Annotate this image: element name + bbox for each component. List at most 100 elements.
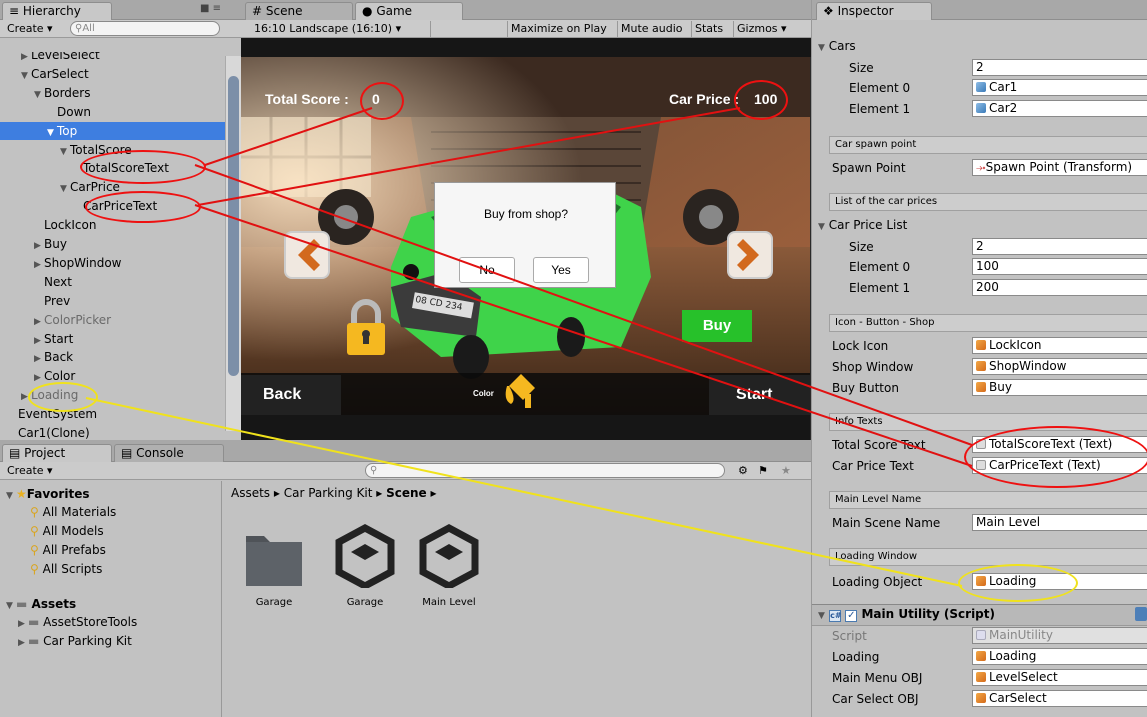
cars-element1-field[interactable]: Car2 bbox=[972, 100, 1147, 117]
favorites-item[interactable]: ⚲ All Models bbox=[30, 522, 104, 540]
tab-console[interactable]: ▤ Console bbox=[114, 444, 224, 462]
hierarchy-item[interactable]: Next bbox=[0, 273, 225, 291]
project-create-button[interactable]: Create ▾ bbox=[4, 463, 56, 479]
assets-header[interactable]: ▼ ▬ Assets bbox=[6, 595, 76, 613]
scroll-thumb[interactable] bbox=[228, 76, 239, 376]
filter-type-icon[interactable]: ⚙ bbox=[735, 463, 751, 479]
hierarchy-item[interactable]: Down bbox=[0, 103, 225, 121]
hierarchy-item-label: CarSelect bbox=[31, 66, 89, 81]
chevron-left-icon bbox=[298, 239, 320, 271]
star-icon: ★ bbox=[16, 487, 27, 501]
hierarchy-item[interactable]: Prev bbox=[0, 292, 225, 310]
hierarchy-scrollbar[interactable] bbox=[225, 56, 241, 431]
favorites-item[interactable]: ⚲ All Materials bbox=[30, 503, 116, 521]
hierarchy-item[interactable]: ▼ Borders bbox=[0, 84, 225, 102]
price-element0-field[interactable]: 100 bbox=[972, 258, 1147, 275]
hierarchy-item[interactable]: ▶ ShopWindow bbox=[0, 254, 225, 272]
favorites-item[interactable]: ⚲ All Prefabs bbox=[30, 541, 106, 559]
hierarchy-item[interactable]: ▶ Buy bbox=[0, 235, 225, 253]
mute-audio-toggle[interactable]: Mute audio bbox=[617, 21, 686, 37]
breadcrumb-scene[interactable]: Scene bbox=[386, 486, 427, 500]
tab-project[interactable]: ▤ Project bbox=[2, 444, 112, 462]
expand-arrow-icon[interactable]: ▶ bbox=[18, 615, 28, 633]
expand-arrow-icon[interactable]: ▶ bbox=[34, 313, 44, 331]
stats-toggle[interactable]: Stats bbox=[691, 21, 726, 37]
hierarchy-item-label: Prev bbox=[44, 293, 71, 308]
prev-button[interactable] bbox=[284, 231, 330, 279]
cars-label[interactable]: ▼ Cars bbox=[818, 39, 856, 53]
lock-icon[interactable]: ■ ≡ bbox=[200, 3, 221, 14]
favorites-header[interactable]: ▼ ★Favorites bbox=[6, 485, 89, 503]
cars-element0-field[interactable]: Car1 bbox=[972, 79, 1147, 96]
tab-hierarchy[interactable]: ≡ Hierarchy bbox=[2, 2, 112, 20]
expand-arrow-icon[interactable]: ▶ bbox=[34, 256, 44, 274]
favorites-item[interactable]: ⚲ All Scripts bbox=[30, 560, 102, 578]
expand-arrow-icon[interactable]: ▶ bbox=[34, 237, 44, 255]
asset-label: Garage bbox=[255, 597, 293, 608]
asset-main-level-scene[interactable] bbox=[419, 524, 479, 590]
price-size-field[interactable]: 2 bbox=[972, 238, 1147, 255]
main-menu-obj-field[interactable]: LevelSelect bbox=[972, 669, 1147, 686]
search-input[interactable]: ⚲All bbox=[70, 21, 220, 36]
hierarchy-item[interactable]: ▶ Color bbox=[0, 367, 225, 385]
car-price-list-label[interactable]: ▼ Car Price List bbox=[818, 218, 907, 232]
project-tree: ▼ ★Favorites ⚲ All Materials ⚲ All Models ⚲… bbox=[0, 481, 222, 717]
buy-button-field[interactable]: Buy bbox=[972, 379, 1147, 396]
asset-folder-item[interactable]: ▶ ▬ AssetStoreTools bbox=[18, 613, 137, 631]
annotation-circle-loading bbox=[28, 382, 98, 412]
next-button[interactable] bbox=[727, 231, 773, 279]
expand-arrow-icon[interactable]: ▶ bbox=[21, 52, 31, 66]
create-button[interactable]: Create ▾ bbox=[4, 21, 56, 37]
expand-arrow-icon[interactable]: ▼ bbox=[47, 124, 57, 142]
asset-folder-item[interactable]: ▶ ▬ Car Parking Kit bbox=[18, 632, 132, 650]
hierarchy-item[interactable]: EventSystem bbox=[0, 405, 225, 423]
star-icon[interactable]: ★ bbox=[778, 463, 794, 479]
expand-arrow-icon[interactable]: ▼ bbox=[60, 180, 70, 198]
enabled-checkbox[interactable]: ✓ bbox=[845, 610, 858, 622]
back-button[interactable]: Back bbox=[241, 375, 341, 415]
loading-field[interactable]: Loading bbox=[972, 648, 1147, 665]
start-button[interactable]: Start bbox=[709, 375, 810, 415]
component-settings-icon[interactable] bbox=[1135, 607, 1147, 621]
hierarchy-item[interactable]: Car1(Clone) bbox=[0, 424, 225, 440]
gizmos-dropdown[interactable]: Gizmos ▾ bbox=[733, 21, 790, 37]
expand-arrow-icon[interactable]: ▶ bbox=[34, 350, 44, 368]
maximize-on-play-toggle[interactable]: Maximize on Play bbox=[507, 21, 610, 37]
cars-size-field[interactable]: 2 bbox=[972, 59, 1147, 76]
component-title-row[interactable]: ▼ c# ✓ Main Utility (Script) bbox=[818, 607, 995, 622]
aspect-dropdown[interactable]: 16:10 Landscape (16:10) ▾ bbox=[251, 21, 431, 37]
expand-arrow-icon[interactable]: ▼ bbox=[34, 86, 44, 104]
expand-arrow-icon[interactable]: ▼ bbox=[21, 67, 31, 85]
filter-label-icon[interactable]: ⚑ bbox=[755, 463, 771, 479]
car-select-obj-field[interactable]: CarSelect bbox=[972, 690, 1147, 707]
hierarchy-item[interactable]: ▼ Top bbox=[0, 121, 225, 142]
hierarchy-item[interactable]: ▶ ColorPicker bbox=[0, 311, 225, 329]
shop-window-field[interactable]: ShopWindow bbox=[972, 358, 1147, 375]
spawn-point-field[interactable]: ⤞Spawn Point (Transform) bbox=[972, 159, 1147, 176]
tab-scene[interactable]: # Scene bbox=[245, 2, 353, 20]
lock-icon-field[interactable]: LockIcon bbox=[972, 337, 1147, 354]
game-view[interactable]: 08 CD 234 Total Score : 0 Car Price : 10… bbox=[241, 57, 810, 415]
dialog-no-button[interactable]: No bbox=[459, 257, 515, 283]
buy-button[interactable]: Buy bbox=[682, 310, 752, 342]
hierarchy-item[interactable]: ▶ Start bbox=[0, 330, 225, 348]
favorites-item-label: All Materials bbox=[42, 505, 117, 519]
breadcrumb-car-parking-kit[interactable]: Car Parking Kit bbox=[284, 486, 373, 500]
color-bucket-icon[interactable] bbox=[503, 370, 539, 410]
hierarchy-item[interactable]: ▶ LevelSelect bbox=[0, 52, 225, 64]
expand-arrow-icon[interactable]: ▼ bbox=[60, 143, 70, 161]
hierarchy-item[interactable]: ▶ Back bbox=[0, 348, 225, 366]
price-element1-field[interactable]: 200 bbox=[972, 279, 1147, 296]
asset-garage-folder[interactable] bbox=[244, 524, 304, 588]
dialog-yes-button[interactable]: Yes bbox=[533, 257, 589, 283]
hierarchy-icon: ≡ bbox=[9, 4, 20, 18]
expand-arrow-icon[interactable]: ▶ bbox=[18, 634, 28, 652]
breadcrumb-assets[interactable]: Assets bbox=[231, 486, 270, 500]
asset-garage-scene[interactable] bbox=[335, 524, 395, 590]
project-search-input[interactable]: ⚲ bbox=[365, 463, 725, 478]
hierarchy-item[interactable]: ▼ CarSelect bbox=[0, 65, 225, 83]
tab-inspector[interactable]: ❖ Inspector bbox=[816, 2, 932, 20]
main-scene-name-field[interactable]: Main Level bbox=[972, 514, 1147, 531]
expand-arrow-icon[interactable]: ▶ bbox=[34, 332, 44, 350]
tab-game[interactable]: ● Game bbox=[355, 2, 463, 20]
